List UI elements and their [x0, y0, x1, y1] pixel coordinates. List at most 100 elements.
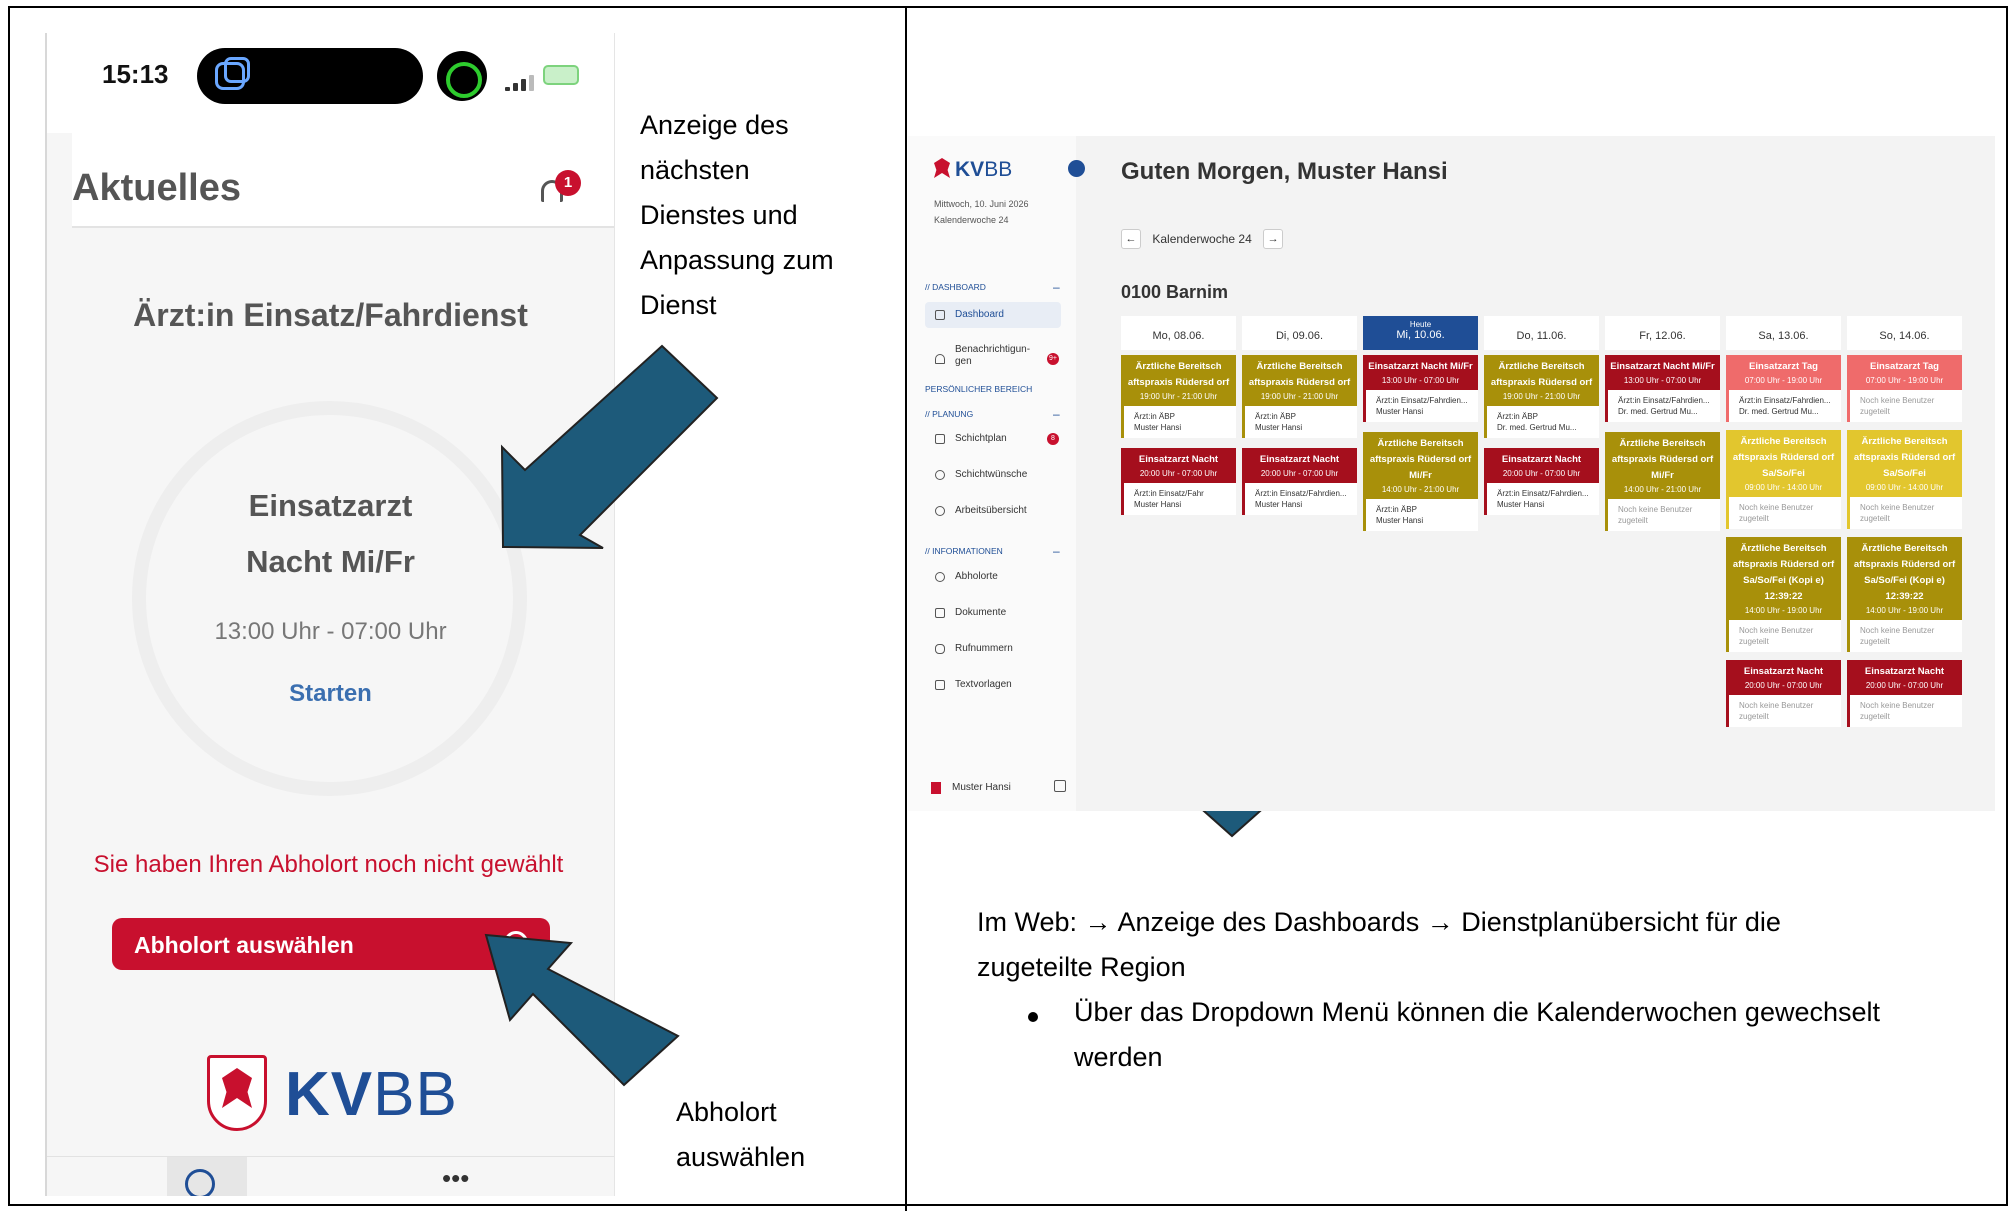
sidebar-item-pickup[interactable]: Abholorte [925, 564, 1061, 590]
day-column: So, 14.06. Einsatzarzt Tag 07:00 Uhr - 19… [1847, 316, 1962, 727]
today-label: Heute [1409, 320, 1432, 329]
day-header: Do, 11.06. [1484, 316, 1599, 350]
web-dashboard-screenshot: KVBB Mittwoch, 10. Juni 2026 Kalenderwoc… [908, 136, 1995, 811]
shift-time: 14:00 Uhr - 19:00 Uhr [1744, 606, 1823, 615]
document-icon [935, 608, 945, 618]
assignee-role: Ärzt:in Einsatz/Fahr [1134, 489, 1204, 498]
web-description: Im Web: → Anzeige des Dashboards → Diens… [977, 900, 1781, 990]
sidebar-item-label: Schichtplan [955, 433, 1007, 444]
day-header: Di, 09.06. [1242, 316, 1357, 350]
sidebar-item-schedule[interactable]: Schichtplan 8 [925, 426, 1061, 452]
assignee-name: Muster Hansi [1376, 516, 1424, 525]
assignee-role: Ärzt:in Einsatz/Fahrdien... [1376, 396, 1468, 405]
week-text: Kalenderwoche 24 [934, 215, 1009, 225]
shift-time: 07:00 Uhr - 19:00 Uhr [1744, 376, 1823, 385]
day-column-today: Heute Mi, 10.06. Einsatzarzt Nacht Mi/Fr 1… [1363, 316, 1478, 531]
brand-light: BB [984, 158, 1013, 181]
assignee-role: Ärzt:in Einsatz/Fahrdien... [1739, 396, 1831, 405]
sidebar-item-templates[interactable]: Textvorlagen [925, 672, 1061, 698]
assignee-name: Dr. med. Gertrud Mu... [1618, 407, 1698, 416]
shift-card[interactable]: Ärztliche Bereitsch aftspraxis Rüdersd o… [1484, 355, 1599, 438]
sidebar-item-overview[interactable]: Arbeitsübersicht [925, 498, 1061, 524]
shift-title: Ärztliche Bereitsch aftspraxis Rüdersd o… [1732, 543, 1835, 602]
shift-card[interactable]: Einsatzarzt Nacht 20:00 Uhr - 07:00 Uhr Ä… [1121, 448, 1236, 515]
collapse-minus-icon: – [1053, 407, 1060, 421]
shift-card[interactable]: Einsatzarzt Nacht Mi/Fr 13:00 Uhr - 07:00… [1605, 355, 1720, 422]
section-information[interactable]: // INFORMATIONEN – [925, 544, 1060, 558]
day-column: Mo, 08.06. Ärztliche Bereitsch aftspraxi… [1121, 316, 1236, 515]
shift-card[interactable]: Ärztliche Bereitsch aftspraxis Rüdersd o… [1847, 430, 1962, 529]
next-week-button[interactable]: → [1263, 229, 1284, 249]
day-header: Sa, 13.06. [1726, 316, 1841, 350]
shift-card[interactable]: Einsatzarzt Tag 07:00 Uhr - 19:00 Uhr Noc… [1847, 355, 1962, 422]
prev-week-button[interactable]: ← [1121, 229, 1141, 249]
section-dashboard[interactable]: // DASHBOARD – [925, 280, 1060, 294]
sidebar-item-wishes[interactable]: Schichtwünsche [925, 462, 1061, 488]
shift-card[interactable]: Ärztliche Bereitsch aftspraxis Rüdersd o… [1605, 432, 1720, 531]
bell-icon [935, 354, 945, 364]
shift-card[interactable]: Einsatzarzt Nacht 20:00 Uhr - 07:00 Uhr Ä… [1242, 448, 1357, 515]
shift-time: 20:00 Uhr - 07:00 Uhr [1260, 469, 1339, 478]
assignee-name: Muster Hansi [1134, 423, 1182, 432]
shift-card[interactable]: Einsatzarzt Nacht 20:00 Uhr - 07:00 Uhr N… [1847, 660, 1962, 727]
shift-time: 07:00 Uhr - 19:00 Uhr [1865, 376, 1944, 385]
sidebar-item-dashboard[interactable]: Dashboard [925, 302, 1061, 328]
sidebar-item-documents[interactable]: Dokumente [925, 600, 1061, 626]
assignee-role: Ärzt:in ÄBP [1376, 505, 1417, 514]
bullet-text: Über das Dropdown Menü können die Kalend… [1074, 990, 1974, 1080]
day-header: So, 14.06. [1847, 316, 1962, 350]
shift-card[interactable]: Ärztliche Bereitsch aftspraxis Rüdersd o… [1363, 432, 1478, 531]
shift-time: 13:00 Uhr - 07:00 Uhr [1623, 376, 1702, 385]
sidebar-item-notifications[interactable]: Benachrichtigun- gen 9+ [925, 342, 1061, 376]
brand-logo: KVBB [934, 158, 1012, 182]
shift-card[interactable]: Einsatzarzt Nacht Mi/Fr 13:00 Uhr - 07:00… [1363, 355, 1478, 422]
day-column: Fr, 12.06. Einsatzarzt Nacht Mi/Fr 13:00 … [1605, 316, 1720, 531]
collapse-minus-icon: – [1053, 544, 1060, 558]
calendar-icon [935, 434, 945, 444]
shift-card[interactable]: Einsatzarzt Nacht 20:00 Uhr - 07:00 Uhr Ä… [1484, 448, 1599, 515]
current-user[interactable]: Muster Hansi [925, 782, 1011, 794]
shift-card[interactable]: Ärztliche Bereitsch aftspraxis Rüdersd o… [1726, 537, 1841, 652]
day-header: Mo, 08.06. [1121, 316, 1236, 350]
shift-card[interactable]: Ärztliche Bereitsch aftspraxis Rüdersd o… [1847, 537, 1962, 652]
shift-card[interactable]: Einsatzarzt Nacht 20:00 Uhr - 07:00 Uhr N… [1726, 660, 1841, 727]
greeting: Guten Morgen, Muster Hansi [1121, 158, 1448, 185]
collapse-minus-icon: – [1053, 280, 1060, 294]
arrow-to-shift [500, 344, 719, 549]
week-dropdown[interactable]: Kalenderwoche 24 [1152, 232, 1251, 246]
description-line: werden [1074, 1042, 1163, 1072]
shift-time: 09:00 Uhr - 14:00 Uhr [1865, 483, 1944, 492]
section-planning[interactable]: // PLANUNG – [925, 407, 1060, 421]
unassigned-note: Noch keine Benutzer zugeteilt [1847, 620, 1962, 652]
shift-title: Einsatzarzt Tag [1870, 361, 1939, 372]
shift-title: Einsatzarzt Nacht [1501, 454, 1582, 465]
shift-title: Ärztliche Bereitsch aftspraxis Rüdersd o… [1732, 436, 1835, 479]
shift-card[interactable]: Ärztliche Bereitsch aftspraxis Rüdersd o… [1121, 355, 1236, 438]
day-column: Do, 11.06. Ärztliche Bereitsch aftspraxi… [1484, 316, 1599, 515]
day-column: Di, 09.06. Ärztliche Bereitsch aftspraxi… [1242, 316, 1357, 515]
shift-title: Ärztliche Bereitsch aftspraxis Rüdersd o… [1611, 438, 1714, 481]
description-line: Über das Dropdown Menü können die Kalend… [1074, 997, 1881, 1027]
sidebar-item-label: Dokumente [955, 607, 1007, 618]
section-personal[interactable]: PERSÖNLICHER BEREICH [925, 384, 1032, 394]
unassigned-note: Noch keine Benutzer zugeteilt [1847, 497, 1962, 529]
dashboard-icon [935, 310, 945, 320]
sidebar: KVBB Mittwoch, 10. Juni 2026 Kalenderwoc… [908, 136, 1085, 811]
shift-card[interactable]: Ärztliche Bereitsch aftspraxis Rüdersd o… [1242, 355, 1357, 438]
shift-title: Ärztliche Bereitsch aftspraxis Rüdersd o… [1127, 361, 1230, 388]
shift-card[interactable]: Einsatzarzt Tag 07:00 Uhr - 19:00 Uhr Ärz… [1726, 355, 1841, 422]
unassigned-note: Noch keine Benutzer zugeteilt [1726, 620, 1841, 652]
unassigned-note: Noch keine Benutzer zugeteilt [1605, 499, 1720, 531]
shift-title: Einsatzarzt Nacht Mi/Fr [1610, 361, 1715, 372]
shift-title: Einsatzarzt Nacht [1259, 454, 1340, 465]
shift-time: 19:00 Uhr - 21:00 Uhr [1260, 392, 1339, 401]
unassigned-note: Noch keine Benutzer zugeteilt [1847, 390, 1962, 422]
clock-icon [935, 506, 945, 516]
sidebar-item-phones[interactable]: Rufnummern [925, 636, 1061, 662]
shift-title: Einsatzarzt Nacht [1743, 666, 1824, 677]
collapse-sidebar-icon[interactable] [1068, 160, 1085, 177]
shift-card[interactable]: Ärztliche Bereitsch aftspraxis Rüdersd o… [1726, 430, 1841, 529]
assignee-role: Ärzt:in ÄBP [1255, 412, 1296, 421]
assignee-role: Ärzt:in Einsatz/Fahrdien... [1618, 396, 1710, 405]
lock-icon[interactable] [1054, 780, 1066, 792]
